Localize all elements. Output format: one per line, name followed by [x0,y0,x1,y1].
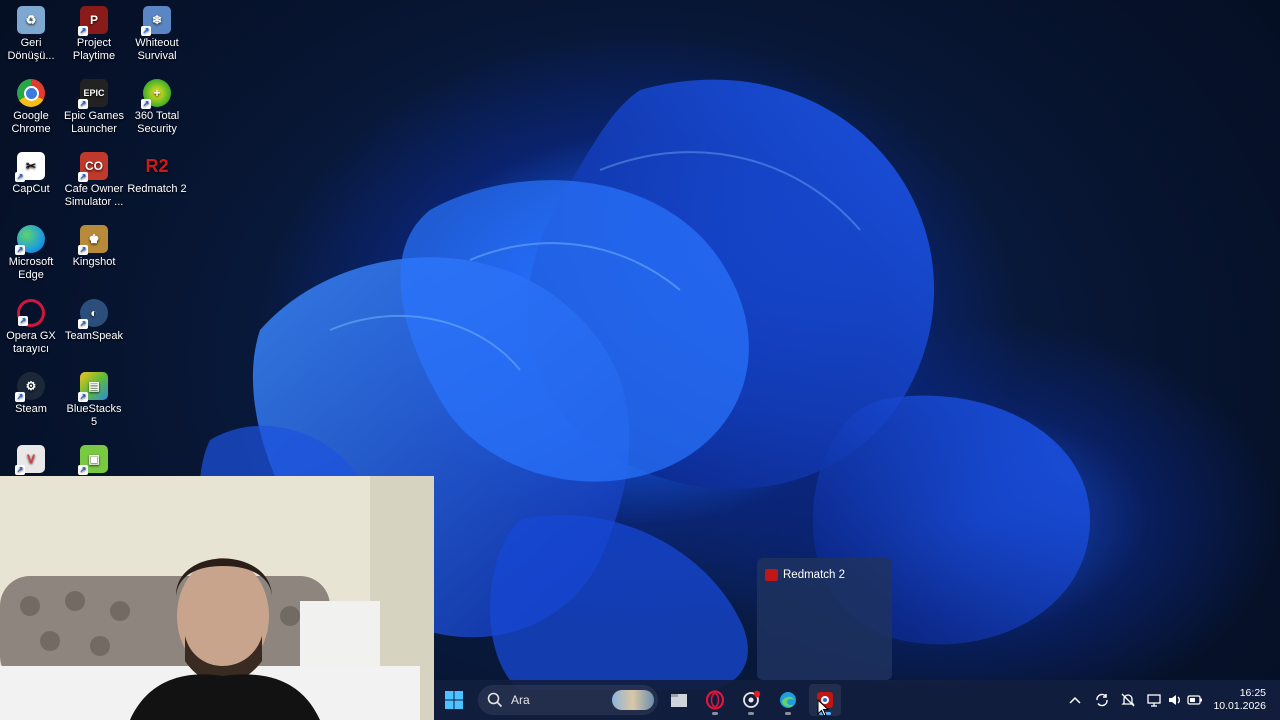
preview-title: Redmatch 2 [783,569,846,581]
tray-battery[interactable] [1187,692,1203,708]
desktop-icon-valorant[interactable]: V ↗ [0,441,62,476]
webcam-overlay [0,476,434,720]
desktop-icon-recycle-bin[interactable]: ♻ Geri Dönüşü... [0,2,62,63]
desktop-icon-cafe-owner-simulator[interactable]: CO ↗ Cafe Owner Simulator ... [63,148,125,209]
capcut-icon: ✂ ↗ [15,152,45,182]
whiteout-survival-icon: ❄ ↗ [141,6,171,36]
running-indicator [785,712,791,715]
taskbar-edge[interactable] [772,684,804,716]
recycle-bin-icon: ♻ [17,6,45,34]
cafe-owner-icon: CO ↗ [78,152,108,182]
clock-date: 10.01.2026 [1213,700,1266,712]
redmatch-icon: R2 [145,155,169,176]
project-playtime-icon: P ↗ [78,6,108,36]
desktop-icon-bluestacks[interactable]: ▤ ↗ BlueStacks 5 [63,368,125,429]
clock-time: 16:25 [1239,687,1266,699]
desktop-icon-steam[interactable]: ⚙ ↗ Steam [0,368,62,416]
search-icon [487,692,503,708]
redmatch-icon [765,569,778,581]
edge-icon [780,692,796,708]
steam-icon: ⚙ ↗ [15,372,45,402]
bluestacks-icon: ▤ ↗ [78,372,108,402]
running-indicator [712,712,718,715]
taskbar-window-preview[interactable]: Redmatch 2 [757,558,892,680]
tray-network[interactable] [1146,692,1162,708]
search-placeholder: Ara [511,693,530,707]
network-icon [1147,694,1161,707]
desktop-icon-360-total-security[interactable]: + ↗ 360 Total Security [126,75,188,136]
battery-icon [1187,695,1202,705]
webcam-video-frame [0,476,434,720]
windows-logo-icon [445,691,463,709]
opera-gx-icon: ↗ [17,299,45,327]
android-app-icon: ▣ ↗ [78,445,108,475]
tray-notifications-muted[interactable] [1120,692,1136,708]
sync-icon [1096,693,1108,707]
edge-icon: ↗ [15,225,45,255]
epic-games-icon: EPIC ↗ [78,79,108,109]
chatgpt-icon [743,690,761,708]
desktop-icon-android-app[interactable]: ▣ ↗ [63,441,125,476]
taskbar-file-explorer[interactable] [663,684,695,716]
taskbar-chatgpt[interactable] [735,684,767,716]
desktop-icon-whiteout-survival[interactable]: ❄ ↗ Whiteout Survival [126,2,188,63]
desktop-icon-redmatch-2[interactable]: R2 Redmatch 2 [126,148,188,196]
valorant-icon: V ↗ [15,445,45,475]
search-highlight-image [612,690,654,710]
start-button[interactable] [438,684,470,716]
taskbar-clock[interactable]: 16:25 10.01.2026 [1213,687,1266,713]
running-indicator [748,712,754,715]
desktop-icon-capcut[interactable]: ✂ ↗ CapCut [0,148,62,196]
tray-volume[interactable] [1167,692,1183,708]
desktop-icon-microsoft-edge[interactable]: ↗ Microsoft Edge [0,221,62,282]
taskbar-opera-gx[interactable] [699,684,731,716]
tray-sync[interactable] [1094,692,1110,708]
desktop-icon-project-playtime[interactable]: P ↗ Project Playtime [63,2,125,63]
taskbar-search[interactable]: Ara [478,685,658,715]
opera-gx-icon [705,690,725,710]
360-security-icon: + ↗ [141,79,171,109]
taskbar: Ara 16:25 10.01.2026 [434,680,1280,720]
desktop-icon-kingshot[interactable]: ♚ ↗ Kingshot [63,221,125,269]
chrome-icon [17,79,45,107]
mouse-cursor-icon [817,699,829,717]
desktop-icon-google-chrome[interactable]: Google Chrome [0,75,62,136]
desktop-icon-opera-gx[interactable]: ↗ Opera GX tarayıcı [0,295,62,356]
bell-off-icon [1121,693,1135,707]
chevron-up-icon [1069,696,1081,704]
kingshot-icon: ♚ ↗ [78,225,108,255]
desktop-icon-teamspeak[interactable]: ◐ ↗ TeamSpeak [63,295,125,343]
desktop-icon-epic-games[interactable]: EPIC ↗ Epic Games Launcher [63,75,125,136]
teamspeak-icon: ◐ ↗ [78,299,108,329]
speaker-icon [1169,695,1180,705]
file-explorer-icon [671,694,687,707]
show-hidden-icons-button[interactable] [1067,692,1083,708]
